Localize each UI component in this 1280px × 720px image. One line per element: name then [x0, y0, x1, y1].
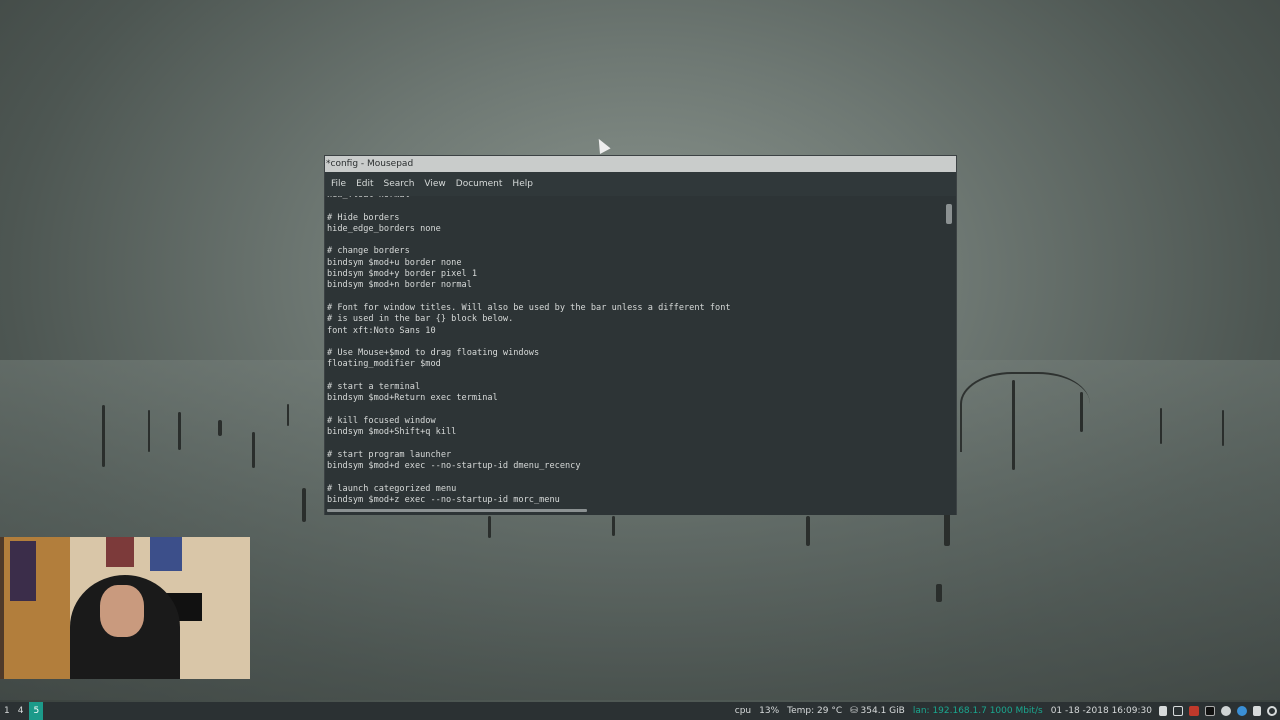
code-line[interactable]: bindsym $mod+Shift+q kill — [327, 427, 731, 438]
cpu-label: cpu — [734, 706, 752, 716]
vertical-scrollbar[interactable] — [946, 204, 952, 224]
code-line[interactable] — [327, 337, 731, 348]
code-line[interactable] — [327, 439, 731, 450]
wallpaper-branch — [148, 410, 150, 452]
date-time: 01 -18 -2018 16:09:30 — [1050, 706, 1152, 716]
code-line[interactable]: # start program launcher — [327, 450, 731, 461]
wallpaper-branch — [1160, 408, 1162, 444]
code-line[interactable] — [327, 201, 731, 212]
code-line[interactable]: # kill focused window — [327, 416, 731, 427]
wallpaper-branch — [612, 516, 615, 536]
code-line[interactable]: # change borders — [327, 246, 731, 257]
code-line[interactable]: hide_edge_borders none — [327, 224, 731, 235]
code-line[interactable]: bindsym $mod+y border pixel 1 — [327, 269, 731, 280]
mouse-cursor-icon — [593, 136, 611, 154]
clipboard-icon[interactable] — [1159, 706, 1167, 716]
menu-search[interactable]: Search — [380, 179, 419, 189]
horizontal-scrollbar[interactable] — [327, 509, 587, 512]
wallpaper-branch — [1222, 410, 1224, 446]
code-line[interactable]: # launch categorized menu — [327, 484, 731, 495]
webcam-overlay — [0, 537, 250, 679]
pdf-icon[interactable] — [1189, 706, 1199, 716]
wallpaper-tree — [960, 372, 1090, 452]
code-line[interactable] — [327, 472, 731, 483]
workspace-5[interactable]: 5 — [29, 702, 44, 720]
menu-edit[interactable]: Edit — [352, 179, 377, 189]
code-line[interactable] — [327, 371, 731, 382]
menu-file[interactable]: File — [327, 179, 350, 189]
editor-text[interactable]: new_float normal # Hide bordershide_edge… — [327, 196, 731, 506]
cpu-value: 13% — [759, 706, 780, 716]
menu-bar: File Edit Search View Document Help — [325, 172, 956, 196]
window-titlebar[interactable]: *config - Mousepad — [325, 156, 956, 172]
mousepad-window[interactable]: *config - Mousepad File Edit Search View… — [324, 155, 957, 515]
code-line[interactable]: floating_modifier $mod — [327, 359, 731, 370]
webcam-poster — [106, 537, 134, 567]
code-line[interactable] — [327, 235, 731, 246]
wallpaper-branch — [806, 516, 810, 546]
wallpaper-branch — [252, 432, 255, 468]
menu-help[interactable]: Help — [508, 179, 537, 189]
code-line[interactable]: bindsym $mod+Return exec terminal — [327, 393, 731, 404]
text-editor[interactable]: new_float normal # Hide bordershide_edge… — [325, 196, 956, 515]
menu-view[interactable]: View — [420, 179, 449, 189]
code-line[interactable]: bindsym $mod+u border none — [327, 258, 731, 269]
temperature: Temp: 29 °C — [787, 706, 843, 716]
wallpaper-branch — [302, 488, 306, 522]
wallpaper-branch — [944, 510, 950, 546]
code-line[interactable]: bindsym $mod+z exec --no-startup-id morc… — [327, 495, 731, 506]
status-tray: cpu 13% Temp: 29 °C ⛁ 354.1 GiB lan: 192… — [731, 702, 1280, 720]
wallpaper-branch — [178, 412, 181, 450]
code-line[interactable]: # start a terminal — [327, 382, 731, 393]
webcam-poster — [150, 537, 182, 571]
terminal-icon[interactable] — [1205, 706, 1215, 716]
menu-document[interactable]: Document — [452, 179, 507, 189]
code-line[interactable]: # Hide borders — [327, 213, 731, 224]
webcam-face — [100, 585, 144, 637]
code-line[interactable] — [327, 292, 731, 303]
code-line[interactable]: # Use Mouse+$mod to drag floating window… — [327, 348, 731, 359]
workspace-4[interactable]: 4 — [14, 702, 28, 720]
lan-status: lan: 192.168.1.7 1000 Mbit/s — [912, 706, 1043, 716]
webcam-poster — [10, 541, 36, 601]
wallpaper-branch — [1080, 392, 1083, 432]
gear-icon[interactable] — [1221, 706, 1231, 716]
code-line[interactable]: font xft:Noto Sans 10 — [327, 326, 731, 337]
code-line[interactable]: bindsym $mod+d exec --no-startup-id dmen… — [327, 461, 731, 472]
wallpaper-branch — [287, 404, 289, 426]
wallpaper-branch — [488, 516, 491, 538]
screen-icon[interactable] — [1173, 706, 1183, 716]
code-line[interactable]: # is used in the bar {} block below. — [327, 314, 731, 325]
disk-space: ⛁ 354.1 GiB — [850, 706, 905, 716]
taskbar: 1 4 5 cpu 13% Temp: 29 °C ⛁ 354.1 GiB la… — [0, 702, 1280, 720]
power-icon[interactable] — [1267, 706, 1277, 716]
code-line[interactable]: # Font for window titles. Will also be u… — [327, 303, 731, 314]
wallpaper-branch — [1012, 380, 1015, 470]
code-line[interactable]: bindsym $mod+n border normal — [327, 280, 731, 291]
network-icon[interactable] — [1237, 706, 1247, 716]
wallpaper-branch — [936, 584, 942, 602]
code-line[interactable] — [327, 405, 731, 416]
workspace-1[interactable]: 1 — [0, 702, 14, 720]
wallpaper-branch — [102, 405, 105, 467]
volume-icon[interactable] — [1253, 706, 1261, 716]
wallpaper-branch — [218, 420, 222, 436]
